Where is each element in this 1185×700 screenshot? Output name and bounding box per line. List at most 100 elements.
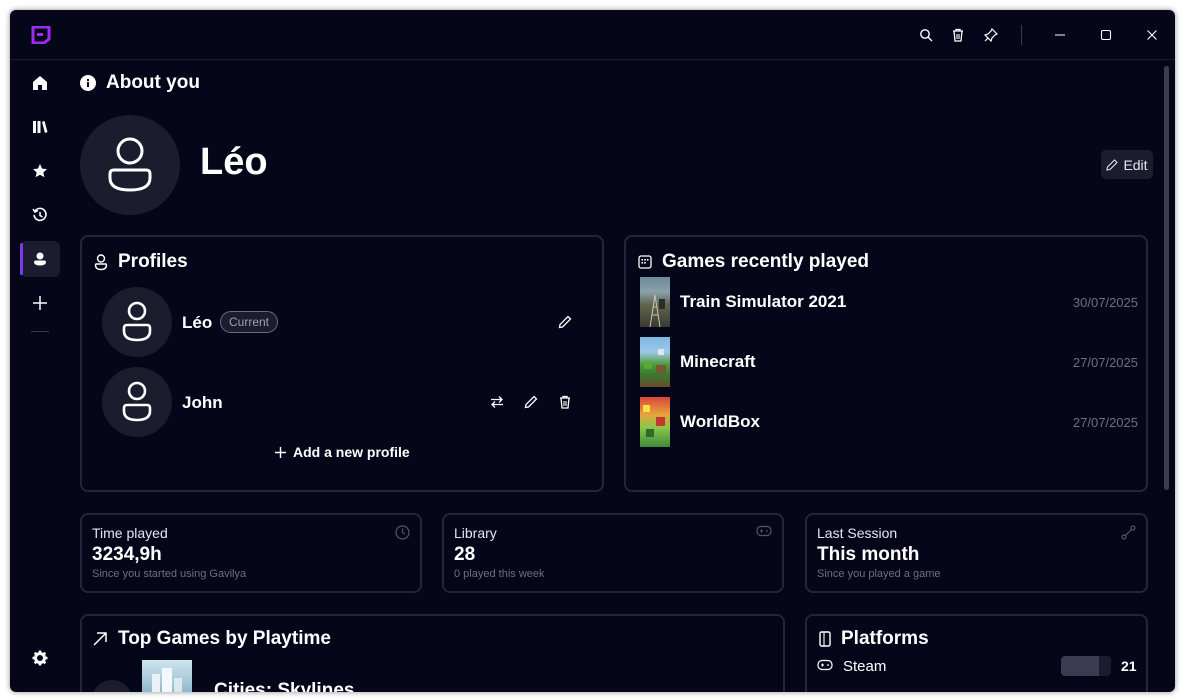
nav-settings[interactable] bbox=[20, 640, 60, 676]
pencil-icon bbox=[524, 395, 538, 409]
nav-home[interactable] bbox=[20, 65, 60, 101]
edit-profile-button[interactable] bbox=[555, 312, 575, 332]
library-icon bbox=[33, 121, 48, 133]
minimize-button[interactable] bbox=[1049, 25, 1071, 45]
user-outline-icon bbox=[94, 253, 108, 270]
info-icon bbox=[80, 75, 96, 91]
avatar bbox=[80, 115, 180, 215]
maximize-button[interactable] bbox=[1095, 25, 1117, 45]
delete-profile-button[interactable] bbox=[555, 392, 575, 412]
history-icon bbox=[32, 207, 47, 222]
game-date: 27/07/2025 bbox=[1072, 355, 1138, 370]
nav-history[interactable] bbox=[20, 197, 60, 233]
game-date: 27/07/2025 bbox=[1072, 415, 1138, 430]
trash-icon bbox=[560, 395, 570, 409]
platform-name: Steam bbox=[843, 658, 887, 675]
list-item[interactable]: Train Simulator 2021 30/07/2025 bbox=[640, 277, 1138, 327]
platform-count: 21 bbox=[1121, 658, 1137, 674]
device-icon bbox=[819, 631, 831, 647]
titlebar-separator bbox=[1021, 25, 1022, 45]
app-logo-icon bbox=[31, 26, 51, 44]
nav-add[interactable] bbox=[20, 285, 60, 321]
recent-games-card: Games recently played Train Simulator 20… bbox=[624, 235, 1148, 492]
game-name: Minecraft bbox=[680, 352, 756, 371]
recent-games-title: Games recently played bbox=[638, 251, 869, 273]
user-outline-icon bbox=[122, 301, 152, 342]
search-button[interactable] bbox=[915, 25, 937, 45]
stat-value: 28 bbox=[454, 544, 476, 565]
game-cover bbox=[640, 397, 670, 447]
top-game-name: Cities: Skylines bbox=[214, 680, 355, 692]
about-heading-text: About you bbox=[106, 72, 200, 93]
sidebar bbox=[10, 61, 70, 692]
nav-library[interactable] bbox=[20, 109, 60, 145]
list-item[interactable]: WorldBox 27/07/2025 bbox=[640, 397, 1138, 447]
star-icon bbox=[33, 164, 47, 178]
nav-profile[interactable] bbox=[20, 241, 60, 277]
search-icon bbox=[920, 29, 933, 42]
about-heading: About you bbox=[80, 72, 200, 94]
stat-value: This month bbox=[817, 544, 920, 565]
plus-icon bbox=[33, 296, 47, 310]
game-cover bbox=[142, 660, 192, 692]
close-icon bbox=[1147, 30, 1157, 40]
game-date: 30/07/2025 bbox=[1072, 295, 1138, 310]
sidebar-separator bbox=[31, 331, 49, 332]
user-icon bbox=[34, 252, 46, 266]
profile-name: John bbox=[182, 393, 223, 412]
list-item[interactable]: Minecraft 27/07/2025 bbox=[640, 337, 1138, 387]
switch-icon bbox=[491, 396, 503, 408]
stat-card-time: Time played 3234,9h Since you started us… bbox=[80, 513, 422, 593]
user-outline-icon bbox=[122, 381, 152, 422]
profiles-title-text: Profiles bbox=[118, 251, 188, 272]
home-icon bbox=[33, 76, 47, 90]
stat-label: Library bbox=[454, 525, 497, 541]
minimize-icon bbox=[1055, 34, 1065, 36]
add-profile-button[interactable]: Add a new profile bbox=[274, 444, 410, 460]
profiles-title: Profiles bbox=[94, 251, 188, 273]
scrollbar[interactable] bbox=[1164, 66, 1169, 490]
game-name: Train Simulator 2021 bbox=[680, 292, 847, 311]
trash-icon bbox=[953, 28, 963, 42]
recent-games-title-text: Games recently played bbox=[662, 251, 869, 272]
pin-button[interactable] bbox=[980, 25, 1002, 45]
user-name: Léo bbox=[200, 141, 268, 183]
edit-button[interactable]: Edit bbox=[1101, 150, 1153, 179]
platforms-card: Platforms Steam 21 bbox=[805, 614, 1148, 692]
rank-avatar bbox=[92, 680, 132, 692]
game-cover bbox=[640, 337, 670, 387]
trend-arrow-icon bbox=[93, 632, 107, 646]
stat-label: Time played bbox=[92, 525, 168, 541]
switch-profile-button[interactable] bbox=[487, 392, 507, 412]
calendar-icon bbox=[638, 255, 652, 269]
platform-share-bar bbox=[1061, 656, 1111, 676]
stat-subtext: 0 played this week bbox=[454, 568, 545, 580]
stat-card-session: Last Session This month Since you played… bbox=[805, 513, 1148, 593]
profile-avatar bbox=[102, 287, 172, 357]
stat-subtext: Since you played a game bbox=[817, 568, 941, 580]
gamepad-icon bbox=[756, 525, 772, 537]
gear-icon bbox=[32, 650, 48, 666]
route-icon bbox=[1121, 525, 1136, 540]
stat-value: 3234,9h bbox=[92, 544, 162, 565]
pin-icon bbox=[984, 28, 998, 42]
pencil-icon bbox=[1106, 158, 1119, 171]
edit-profile-button[interactable] bbox=[521, 392, 541, 412]
current-badge: Current bbox=[220, 311, 279, 333]
nav-favorites[interactable] bbox=[20, 153, 60, 189]
stat-subtext: Since you started using Gavilya bbox=[92, 568, 247, 580]
edit-button-label: Edit bbox=[1123, 156, 1148, 173]
add-profile-label: Add a new profile bbox=[293, 444, 410, 460]
platforms-title-text: Platforms bbox=[841, 628, 929, 649]
close-button[interactable] bbox=[1141, 25, 1163, 45]
stat-label: Last Session bbox=[817, 525, 898, 541]
profile-name: Léo bbox=[182, 313, 213, 332]
platform-row[interactable]: Steam 21 bbox=[817, 656, 1147, 676]
plus-icon bbox=[275, 446, 286, 458]
game-cover bbox=[640, 277, 670, 327]
clock-icon bbox=[395, 525, 410, 540]
game-name: WorldBox bbox=[680, 412, 760, 431]
trash-button[interactable] bbox=[947, 25, 969, 45]
platforms-title: Platforms bbox=[819, 628, 929, 650]
top-games-title: Top Games by Playtime bbox=[92, 628, 331, 650]
